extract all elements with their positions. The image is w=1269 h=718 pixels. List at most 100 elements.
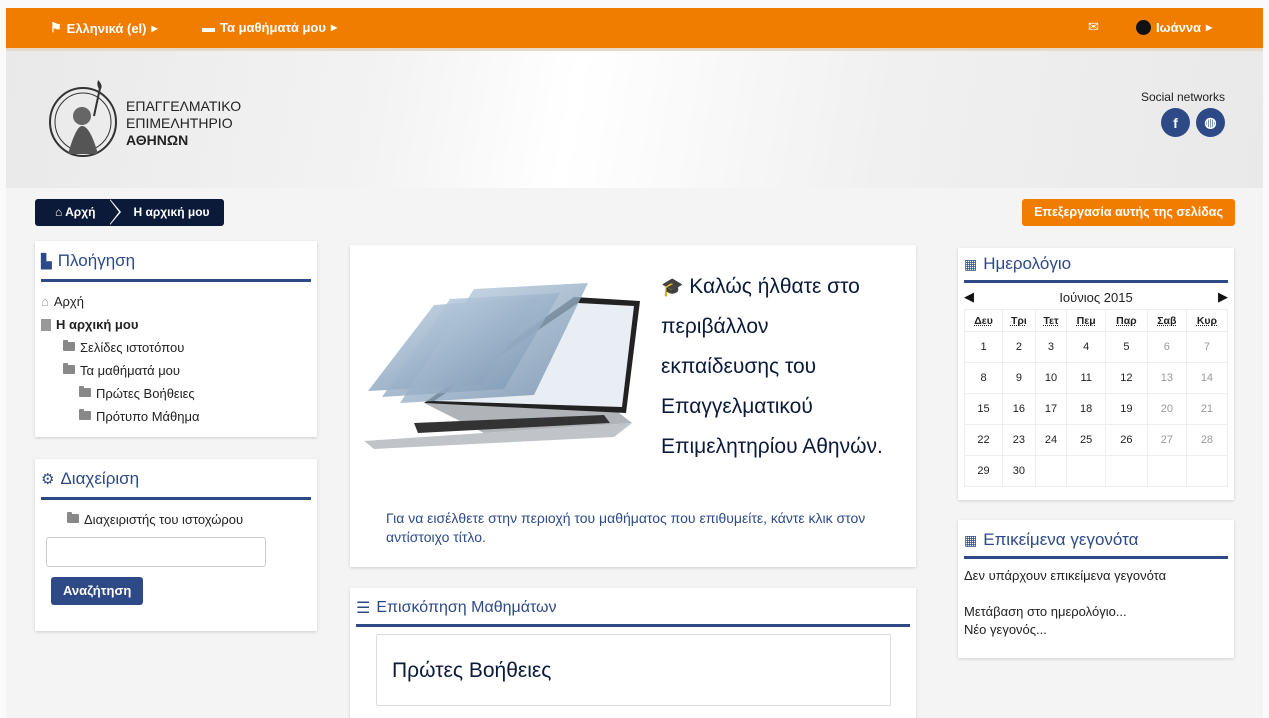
calendar-day[interactable]: 20 xyxy=(1146,393,1187,425)
top-bar: ⚑ Ελληνικά (el) ▶ ▬ Τα μαθήματά μου ▶ ✉ … xyxy=(6,8,1263,48)
calendar-day[interactable]: 18 xyxy=(1066,393,1107,425)
weekday-header: Σαβ xyxy=(1146,309,1187,332)
navigation-title-text: Πλοήγηση xyxy=(57,251,136,270)
calendar-day xyxy=(1185,455,1229,487)
calendar-day[interactable]: 15 xyxy=(963,393,1004,425)
breadcrumb: ⌂ Αρχή Η αρχική μου xyxy=(35,199,224,226)
user-menu[interactable]: Ιωάννα ▶ xyxy=(1136,20,1212,35)
organization-name: ΕΠΑΓΓΕΛΜΑΤΙΚΟ ΕΠΙΜΕΛΗΤΗΡΙΟ ΑΘΗΝΩΝ xyxy=(126,98,241,149)
prev-month-icon[interactable]: ◀ xyxy=(964,289,974,305)
next-month-icon[interactable]: ▶ xyxy=(1218,289,1228,305)
calendar-day[interactable]: 28 xyxy=(1185,424,1229,456)
nav-item-my-courses[interactable]: Τα μαθήματά μου xyxy=(41,359,311,382)
breadcrumb-home[interactable]: ⌂ Αρχή xyxy=(35,199,123,226)
page-icon xyxy=(41,318,51,331)
goto-calendar-link[interactable]: Μετάβαση στο ημερολόγιο... xyxy=(964,603,1228,621)
nav-item-label: Η αρχική μου xyxy=(56,317,139,332)
calendar-month: Ιούνιος 2015 xyxy=(1059,289,1133,305)
weekday-header: Παρ xyxy=(1105,309,1148,332)
navigation-title: ▙ Πλοήγηση xyxy=(35,241,317,271)
breadcrumb-current[interactable]: Η αρχική μου xyxy=(109,199,224,226)
new-event-link[interactable]: Νέο γεγονός... xyxy=(964,621,1228,639)
admin-item-site-admin[interactable]: Διαχειριστής του ιστοχώρου xyxy=(67,508,311,531)
caret-right-icon: ▶ xyxy=(1206,23,1213,32)
calendar-day[interactable]: 30 xyxy=(1002,455,1036,487)
calendar-day[interactable]: 17 xyxy=(1034,393,1068,425)
weekday-header: Τρι xyxy=(1002,309,1036,332)
folder-icon xyxy=(79,409,91,420)
calendar-grid: Δευ Τρι Τετ Πεμ Παρ Σαβ Κυρ 1 2 3 4 5 6 xyxy=(963,309,1229,487)
nav-item-label: Αρχή xyxy=(53,294,84,309)
admin-search-input[interactable] xyxy=(46,537,266,567)
calendar-day[interactable]: 22 xyxy=(963,424,1004,456)
nav-item-dashboard[interactable]: Η αρχική μου xyxy=(41,313,311,336)
my-courses-menu[interactable]: ▬ Τα μαθήματά μου ▶ xyxy=(202,20,337,35)
calendar-day[interactable]: 12 xyxy=(1105,362,1148,394)
course-overview-block: ☰ Επισκόπηση Μαθημάτων Πρώτες Βοήθειες xyxy=(350,588,916,718)
nav-item-site-pages[interactable]: Σελίδες ιστοτόπου xyxy=(41,336,311,359)
page: ⚑ Ελληνικά (el) ▶ ▬ Τα μαθήματά μου ▶ ✉ … xyxy=(6,8,1263,718)
globe-icon[interactable]: ◍ xyxy=(1196,108,1225,137)
language-menu[interactable]: ⚑ Ελληνικά (el) ▶ xyxy=(50,20,158,36)
welcome-title-line: Επαγγελματικού xyxy=(661,395,813,418)
language-label: Ελληνικά (el) xyxy=(66,20,147,36)
calendar-day[interactable]: 11 xyxy=(1066,362,1107,394)
calendar-day[interactable]: 6 xyxy=(1146,331,1187,363)
calendar-day[interactable]: 13 xyxy=(1146,362,1187,394)
folder-icon xyxy=(63,340,75,351)
course-title-link[interactable]: Πρώτες Βοήθειες xyxy=(392,659,551,683)
welcome-title-line: 🎓 Καλώς ήλθατε στο xyxy=(661,267,883,307)
calendar-day[interactable]: 23 xyxy=(1002,424,1036,456)
calendar-day[interactable]: 1 xyxy=(963,331,1004,363)
nav-item-course-first-aid[interactable]: Πρώτες Βοήθειες xyxy=(41,382,311,405)
calendar-day[interactable]: 25 xyxy=(1066,424,1107,456)
home-icon: ⌂ xyxy=(41,294,49,309)
sitemap-icon: ▙ xyxy=(41,252,52,269)
facebook-icon[interactable]: f xyxy=(1161,108,1190,137)
admin-search-button[interactable]: Αναζήτηση xyxy=(51,577,144,605)
caret-right-icon: ▶ xyxy=(330,23,338,32)
calendar-day xyxy=(1034,455,1068,487)
envelope-icon: ✉ xyxy=(1088,19,1099,34)
weekday-header: Κυρ xyxy=(1185,309,1229,332)
weekday-header: Πεμ xyxy=(1066,309,1107,332)
calendar-day[interactable]: 3 xyxy=(1034,331,1068,363)
org-name-line: ΑΘΗΝΩΝ xyxy=(126,132,189,148)
calendar-day[interactable]: 10 xyxy=(1034,362,1068,394)
caret-right-icon: ▶ xyxy=(151,23,158,33)
calendar-day[interactable]: 4 xyxy=(1066,331,1107,363)
calendar-day[interactable]: 2 xyxy=(1002,331,1036,363)
calendar-day[interactable]: 8 xyxy=(963,362,1004,394)
calendar-day[interactable]: 24 xyxy=(1034,424,1068,456)
calendar-day[interactable]: 14 xyxy=(1185,362,1229,394)
calendar-day[interactable]: 5 xyxy=(1105,331,1148,363)
promitheas-logo[interactable] xyxy=(46,76,120,160)
breadcrumb-home-label: Αρχή xyxy=(65,205,96,219)
calendar-day[interactable]: 21 xyxy=(1185,393,1229,425)
welcome-title-line: Επιμελητηρίου Αθηνών. xyxy=(661,435,883,458)
nav-item-home[interactable]: ⌂ Αρχή xyxy=(41,290,311,313)
messages-button[interactable]: ✉ xyxy=(1088,19,1099,35)
welcome-title-line: περιβάλλον xyxy=(661,315,769,338)
folder-icon xyxy=(67,512,79,523)
calendar-day[interactable]: 29 xyxy=(963,455,1004,487)
nav-item-label: Πρώτες Βοήθειες xyxy=(96,386,195,401)
social-networks: Social networks f ◍ xyxy=(1141,90,1225,137)
laptop-folders-image xyxy=(364,283,640,449)
calendar-day[interactable]: 9 xyxy=(1002,362,1036,394)
site-header: ΕΠΑΓΓΕΛΜΑΤΙΚΟ ΕΠΙΜΕΛΗΤΗΡΙΟ ΑΘΗΝΩΝ Social… xyxy=(6,51,1263,188)
course-overview-title-text: Επισκόπηση Μαθημάτων xyxy=(376,599,557,616)
cogs-icon: ⚙ xyxy=(41,471,55,488)
nav-item-course-template[interactable]: Πρότυπο Μάθημα xyxy=(41,405,311,428)
edit-page-button[interactable]: Επεξεργασία αυτής της σελίδας xyxy=(1022,199,1235,226)
upcoming-events-block: ▦ Επικείμενα γεγονότα Δεν υπάρχουν επικε… xyxy=(958,520,1234,658)
calendar-day[interactable]: 26 xyxy=(1105,424,1148,456)
calendar-day[interactable]: 16 xyxy=(1002,393,1036,425)
calendar-day[interactable]: 19 xyxy=(1105,393,1148,425)
calendar-day xyxy=(1105,455,1148,487)
calendar-title: ▦ Ημερολόγιο xyxy=(958,248,1234,274)
calendar-day[interactable]: 7 xyxy=(1185,331,1229,363)
title-rule xyxy=(964,280,1228,283)
course-card[interactable]: Πρώτες Βοήθειες xyxy=(376,634,891,706)
calendar-day[interactable]: 27 xyxy=(1146,424,1187,456)
